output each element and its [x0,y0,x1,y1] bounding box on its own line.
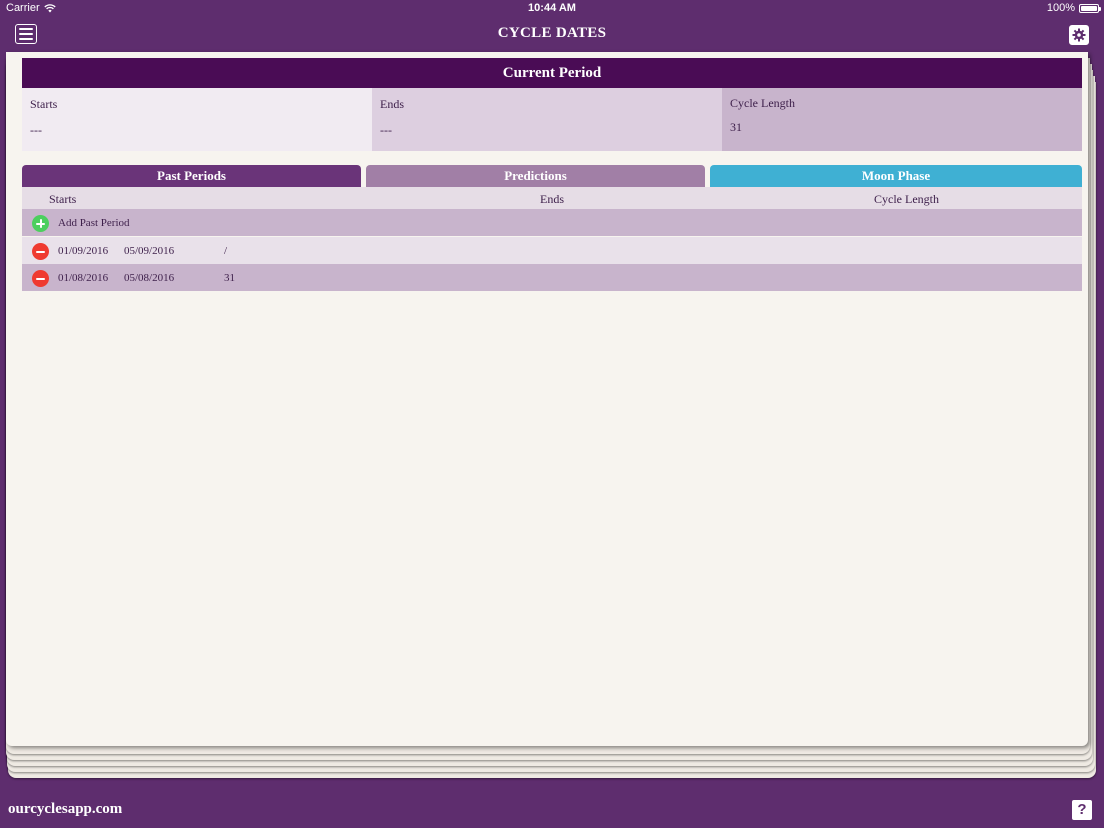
current-cycle-label: Cycle Length [730,96,795,110]
nav-bar: CYCLE DATES [0,17,1104,52]
tab-predictions[interactable]: Predictions [366,165,705,187]
current-cycle-cell: Cycle Length 31 [722,88,1082,151]
remove-icon[interactable] [32,270,49,287]
row-end-date: 05/09/2016 [124,245,175,257]
table-header: Starts Ends Cycle Length [22,187,1082,209]
clock: 10:44 AM [528,2,576,14]
website-link[interactable]: ourcyclesapp.com [8,801,122,818]
column-header-starts: Starts [49,192,77,206]
battery-icon [1079,3,1101,13]
column-header-cycle-length: Cycle Length [874,192,939,206]
table-row[interactable]: 01/08/2016 05/08/2016 31 [22,264,1082,291]
row-cycle-length: / [224,245,228,257]
current-starts-label: Starts [30,97,58,111]
notebook-background [4,52,1100,778]
tab-bar: Past Periods Predictions Moon Phase [22,165,1082,187]
page-title: CYCLE DATES [497,25,607,41]
current-starts-cell[interactable]: Starts --- [22,88,372,151]
add-icon[interactable] [32,215,49,232]
battery-percent: 100% [1046,2,1075,14]
tab-past-periods[interactable]: Past Periods [22,165,361,187]
current-ends-cell[interactable]: Ends --- [372,88,722,151]
remove-icon[interactable] [32,243,49,260]
current-ends-label: Ends [380,97,404,111]
add-past-period-row[interactable]: Add Past Period [22,209,1082,236]
tab-moon-phase[interactable]: Moon Phase [710,165,1082,187]
status-bar: Carrier 10:44 AM 100% [0,0,1104,17]
gear-icon[interactable] [1069,25,1089,45]
add-past-period-label: Add Past Period [58,217,130,229]
column-header-ends: Ends [540,192,564,206]
current-starts-value: --- [30,123,42,137]
row-start-date: 01/08/2016 [58,272,109,284]
row-start-date: 01/09/2016 [58,245,109,257]
battery-indicator: 100% [1046,2,1101,14]
row-cycle-length: 31 [224,272,235,284]
current-cycle-value: 31 [730,120,742,134]
paper-sheet [6,52,1088,746]
table-row[interactable]: 01/09/2016 05/09/2016 / [22,237,1082,264]
current-period-row: Starts --- Ends --- Cycle Length 31 [22,88,1082,151]
help-icon[interactable]: ? [1072,800,1092,820]
footer-bar: ourcyclesapp.com ? [0,792,1104,828]
current-period-header: Current Period [22,58,1082,88]
current-ends-value: --- [380,123,392,137]
row-end-date: 05/08/2016 [124,272,175,284]
